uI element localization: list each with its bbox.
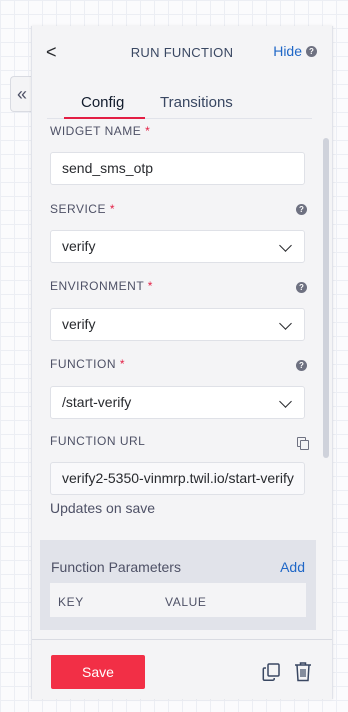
double-chevron-left-icon: « bbox=[16, 83, 27, 104]
copy-icon[interactable] bbox=[297, 437, 309, 450]
chevron-down-icon bbox=[279, 317, 292, 330]
save-button[interactable]: Save bbox=[51, 655, 145, 689]
tab-config[interactable]: Config bbox=[81, 94, 124, 111]
environment-select[interactable]: verify bbox=[50, 308, 305, 341]
updates-on-save-note: Updates on save bbox=[50, 500, 156, 516]
environment-value: verify bbox=[62, 316, 96, 332]
chevron-down-icon bbox=[279, 395, 292, 408]
parameters-table-header: KEY VALUE bbox=[50, 583, 306, 617]
column-key: KEY bbox=[58, 595, 84, 609]
function-url-label: FUNCTION URL bbox=[50, 434, 146, 448]
service-help-icon[interactable]: ? bbox=[296, 204, 307, 215]
help-icon: ? bbox=[306, 45, 317, 57]
scrollbar-thumb[interactable] bbox=[323, 138, 329, 458]
add-parameter-button[interactable]: Add bbox=[280, 559, 305, 575]
tab-transitions[interactable]: Transitions bbox=[160, 94, 233, 111]
tab-bar: Config Transitions bbox=[47, 92, 312, 119]
chevron-down-icon bbox=[279, 239, 292, 252]
environment-label: ENVIRONMENT * bbox=[50, 279, 153, 293]
hide-label: Hide bbox=[273, 43, 302, 59]
widget-name-input[interactable]: send_sms_otp bbox=[50, 152, 305, 185]
config-form: WIDGET NAME * send_sms_otp SERVICE * ? v… bbox=[32, 122, 332, 639]
panel-footer: Save bbox=[32, 639, 332, 699]
function-help-icon[interactable]: ? bbox=[296, 360, 307, 371]
column-value: VALUE bbox=[165, 595, 207, 609]
function-select[interactable]: /start-verify bbox=[50, 386, 305, 419]
active-tab-indicator bbox=[64, 117, 145, 119]
service-label: SERVICE * bbox=[50, 202, 115, 216]
function-label: FUNCTION * bbox=[50, 357, 126, 371]
duplicate-icon[interactable] bbox=[261, 662, 281, 682]
widget-name-label: WIDGET NAME * bbox=[50, 124, 151, 138]
function-parameters-section: Function Parameters Add KEY VALUE bbox=[40, 540, 316, 630]
hide-button[interactable]: Hide ? bbox=[273, 43, 317, 59]
service-select[interactable]: verify bbox=[50, 230, 305, 263]
function-value: /start-verify bbox=[62, 394, 132, 410]
trash-icon[interactable] bbox=[294, 661, 312, 682]
function-parameters-title: Function Parameters bbox=[51, 559, 181, 575]
service-value: verify bbox=[62, 238, 96, 254]
environment-help-icon[interactable]: ? bbox=[296, 282, 307, 293]
function-url-field[interactable]: verify2-5350-vinmrp.twil.io/start-verify bbox=[50, 462, 305, 495]
collapse-panel-button[interactable]: « bbox=[10, 76, 33, 112]
panel-header: < RUN FUNCTION Hide ? bbox=[32, 26, 332, 78]
run-function-panel: < RUN FUNCTION Hide ? Config Transitions… bbox=[31, 26, 333, 699]
